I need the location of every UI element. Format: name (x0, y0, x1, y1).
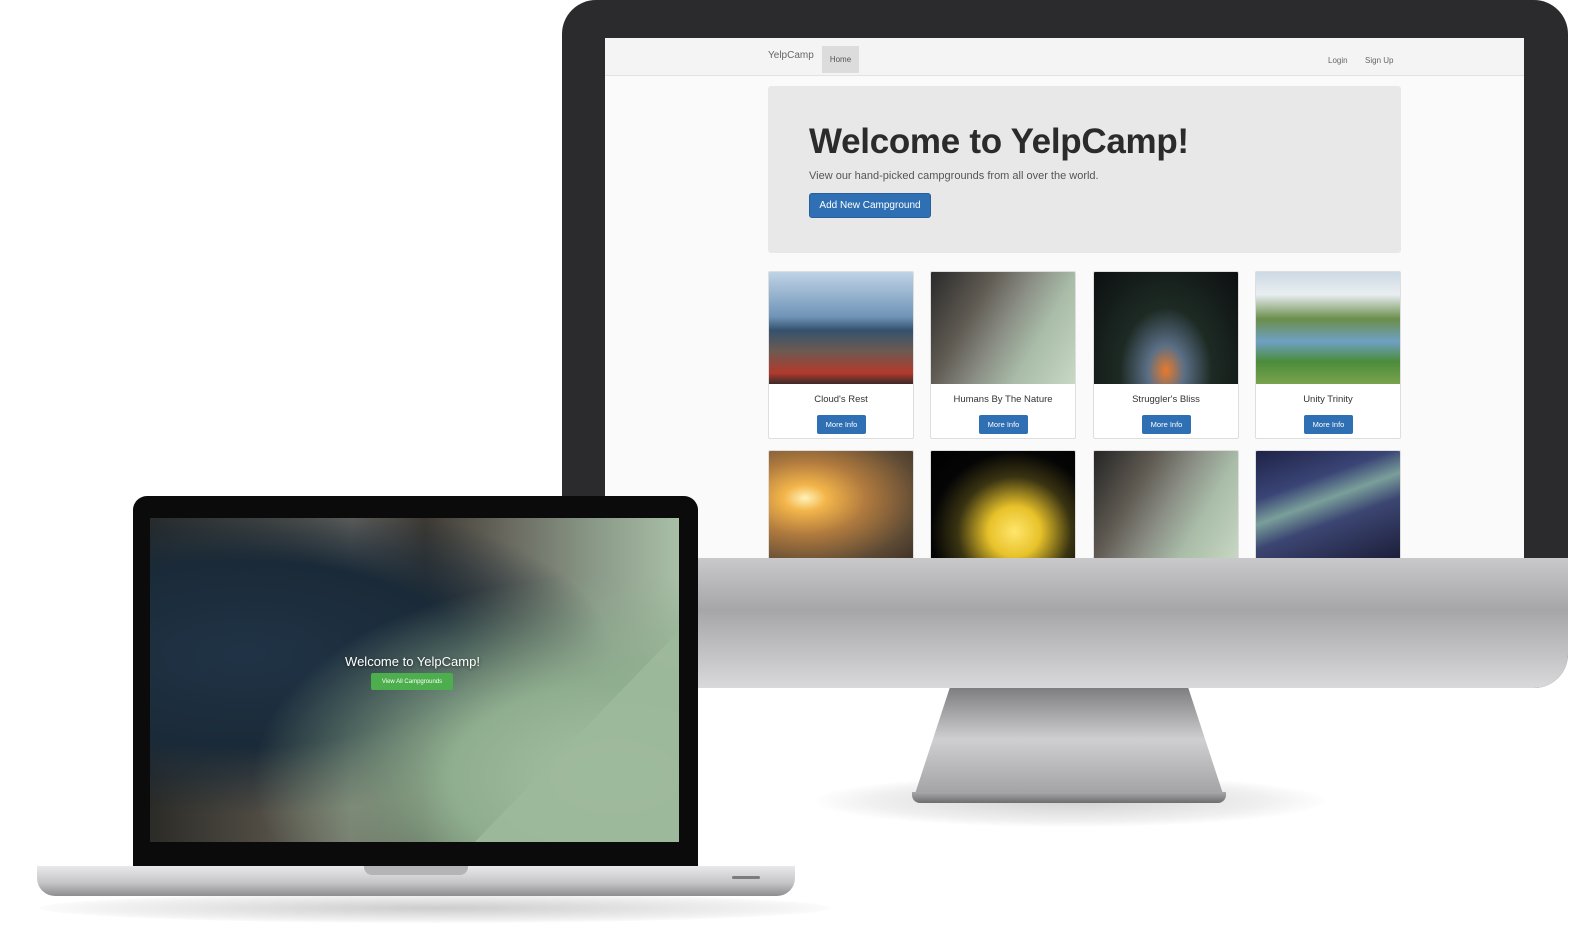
laptop-base (37, 866, 795, 896)
nav-signup-link[interactable]: Sign Up (1365, 56, 1393, 65)
campground-card: Struggler's Bliss More Info (1093, 271, 1239, 439)
laptop-lid: Welcome to YelpCamp! View All Campground… (133, 496, 698, 868)
campground-card (1255, 450, 1401, 558)
campground-name: Struggler's Bliss (1132, 394, 1200, 405)
campground-card: Humans By The Nature More Info (930, 271, 1076, 439)
laptop-slot (732, 876, 760, 879)
desktop-screen: YelpCamp Home Login Sign Up Welcome to Y… (605, 38, 1524, 558)
laptop-screen: Welcome to YelpCamp! View All Campground… (150, 518, 679, 842)
campground-image[interactable] (1256, 272, 1400, 384)
jumbotron: Welcome to YelpCamp! View our hand-picke… (768, 86, 1401, 253)
more-info-button[interactable]: More Info (817, 415, 866, 434)
campground-name: Cloud's Rest (814, 394, 868, 405)
navbar-brand[interactable]: YelpCamp (768, 50, 814, 61)
more-info-button[interactable]: More Info (1304, 415, 1353, 434)
nav-home-link[interactable]: Home (822, 46, 859, 73)
view-campgrounds-button[interactable]: View All Campgrounds (371, 673, 453, 690)
campground-image[interactable] (1094, 272, 1238, 384)
more-info-button[interactable]: More Info (979, 415, 1028, 434)
more-info-button[interactable]: More Info (1142, 415, 1191, 434)
campground-card: Cloud's Rest More Info (768, 271, 914, 439)
campground-image[interactable] (769, 272, 913, 384)
campground-image[interactable] (1256, 451, 1400, 558)
campground-name: Humans By The Nature (953, 394, 1053, 405)
landing-title: Welcome to YelpCamp! (345, 654, 480, 669)
campground-card (1093, 450, 1239, 558)
laptop-notch (364, 866, 468, 875)
add-campground-button[interactable]: Add New Campground (809, 193, 931, 218)
campground-card (930, 450, 1076, 558)
nav-login-link[interactable]: Login (1328, 56, 1348, 65)
hero-background-image (440, 578, 679, 842)
campground-card (768, 450, 914, 558)
imac-stand-base (912, 792, 1226, 803)
campground-card: Unity Trinity More Info (1255, 271, 1401, 439)
campground-image[interactable] (769, 451, 913, 558)
campground-image[interactable] (931, 272, 1075, 384)
imac-chin (562, 558, 1568, 688)
campground-image[interactable] (1094, 451, 1238, 558)
page-title: Welcome to YelpCamp! (809, 122, 1189, 161)
navbar: YelpCamp Home Login Sign Up (605, 38, 1524, 76)
laptop-shadow (40, 893, 830, 923)
campground-image[interactable] (931, 451, 1075, 558)
imac-stand (912, 688, 1226, 803)
campground-name: Unity Trinity (1303, 394, 1353, 405)
page-subtitle: View our hand-picked campgrounds from al… (809, 170, 1099, 182)
imac-monitor: YelpCamp Home Login Sign Up Welcome to Y… (562, 0, 1568, 688)
